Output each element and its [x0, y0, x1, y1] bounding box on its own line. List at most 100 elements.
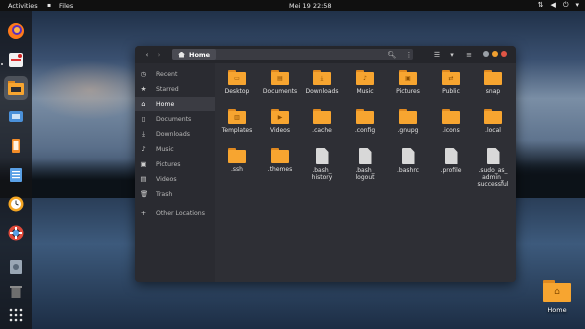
- file-item-cache[interactable]: .cache: [301, 109, 343, 134]
- file-name: .local: [485, 127, 501, 134]
- chevron-down-icon: ▾: [575, 1, 579, 9]
- sidebar-item-music[interactable]: ♪ Music: [135, 142, 215, 156]
- power-icon: ⏻: [562, 1, 569, 9]
- screen-share-icon: [9, 111, 23, 122]
- chevron-left-icon: ‹: [145, 50, 149, 59]
- installer-launcher[interactable]: [4, 255, 28, 279]
- folder-icon: [228, 148, 246, 163]
- folder-icon: [271, 148, 289, 163]
- sidebar-item-pictures[interactable]: ▣ Pictures: [135, 157, 215, 171]
- star-icon: ★: [140, 85, 147, 93]
- sidebar-item-label: Pictures: [156, 160, 181, 168]
- music-icon: ♪: [141, 145, 146, 153]
- sidebar-item-starred[interactable]: ★ Starred: [135, 82, 215, 96]
- text-editor-launcher[interactable]: [4, 48, 28, 72]
- file-item-documents[interactable]: ▤ Documents: [259, 70, 301, 95]
- folder-icon: ▶: [271, 109, 289, 124]
- file-name: .bash_ logout: [355, 167, 375, 181]
- sidebar-item-recent[interactable]: ◷ Recent: [135, 67, 215, 81]
- file-item-music[interactable]: ♪ Music: [344, 70, 386, 95]
- document-icon: ▯: [141, 115, 146, 123]
- home-icon: ⌂: [141, 100, 146, 108]
- sidebar-item-home[interactable]: ⌂ Home: [135, 97, 215, 111]
- activities-button[interactable]: Activities: [8, 2, 38, 10]
- app-menu[interactable]: Files: [59, 2, 73, 10]
- sidebar-item-label: Starred: [156, 85, 179, 93]
- file-item-templates[interactable]: ▥ Templates: [216, 109, 258, 134]
- phone-icon: [12, 139, 20, 153]
- sidebar-item-documents[interactable]: ▯ Documents: [135, 112, 215, 126]
- folder-icon: ♪: [356, 70, 374, 85]
- help-launcher[interactable]: [4, 221, 28, 245]
- file-item-config[interactable]: .config: [344, 109, 386, 134]
- folder-icon: ⤓: [313, 70, 331, 85]
- maximize-button[interactable]: [492, 51, 498, 57]
- file-name: .gnupg: [397, 127, 419, 134]
- desktop-home-folder[interactable]: ⌂ Home: [540, 280, 574, 314]
- download-icon: ⤓: [142, 129, 145, 138]
- file-item-local[interactable]: .local: [472, 109, 514, 134]
- minimize-button[interactable]: [483, 51, 489, 57]
- file-item-bash-logout[interactable]: .bash_ logout: [344, 148, 386, 181]
- sidebar-item-trash[interactable]: 🗑︎ Trash: [135, 187, 215, 201]
- files-launcher[interactable]: [4, 76, 28, 100]
- file-item-bash-history[interactable]: .bash_ history: [301, 148, 343, 181]
- view-options-button[interactable]: ▾: [448, 49, 456, 60]
- sidebar-item-label: Recent: [156, 70, 178, 78]
- sidebar-item-label: Downloads: [156, 130, 190, 138]
- notes-icon: [10, 168, 22, 182]
- file-name: Videos: [270, 127, 290, 134]
- network-icon: ⇅: [537, 1, 544, 9]
- text-file-icon: [358, 148, 372, 164]
- clock-icon: ◷: [140, 70, 147, 78]
- file-name: .bashrc: [397, 167, 419, 174]
- text-file-icon: [401, 148, 415, 164]
- file-item-pictures[interactable]: ▣ Pictures: [387, 70, 429, 95]
- folder-icon: [313, 109, 331, 124]
- file-item-bashrc[interactable]: .bashrc: [387, 148, 429, 174]
- clock[interactable]: Mei 19 22:58: [289, 2, 332, 10]
- file-item-icons[interactable]: .icons: [430, 109, 472, 134]
- file-item-themes[interactable]: .themes: [259, 148, 301, 173]
- view-toggle-button[interactable]: ☰: [431, 49, 443, 60]
- firefox-launcher[interactable]: [4, 19, 28, 43]
- file-item-public[interactable]: ⇄ Public: [430, 70, 472, 95]
- file-item-sudo-as-admin-successful[interactable]: .sudo_as_ admin_ successful: [472, 148, 514, 188]
- app-launcher-4[interactable]: [4, 134, 28, 158]
- folder-icon: ▤: [271, 70, 289, 85]
- sidebar-item-label: Home: [156, 100, 175, 108]
- file-item-profile[interactable]: .profile: [430, 148, 472, 174]
- file-item-downloads[interactable]: ⤓ Downloads: [301, 70, 343, 95]
- file-name: .ssh: [231, 166, 243, 173]
- main-menu-button[interactable]: ≡: [464, 49, 474, 60]
- file-item-ssh[interactable]: .ssh: [216, 148, 258, 173]
- file-item-gnupg[interactable]: .gnupg: [387, 109, 429, 134]
- sidebar-item-other-locations[interactable]: + Other Locations: [135, 206, 215, 220]
- search-button[interactable]: 🔍︎: [386, 49, 398, 60]
- app-launcher-3[interactable]: [4, 105, 28, 129]
- sidebar-item-downloads[interactable]: ⤓ Downloads: [135, 127, 215, 141]
- trash-launcher[interactable]: [4, 279, 28, 303]
- app-launcher-5[interactable]: [4, 163, 28, 187]
- disk-icon: [10, 260, 22, 274]
- close-button[interactable]: [501, 51, 507, 57]
- picture-icon: ▣: [140, 160, 147, 168]
- sidebar-item-videos[interactable]: ▤ Videos: [135, 172, 215, 186]
- list-view-icon: ☰: [433, 50, 441, 59]
- lifebuoy-icon: [8, 225, 24, 241]
- show-applications-button[interactable]: [4, 303, 28, 327]
- path-menu-button[interactable]: ⋮: [405, 49, 413, 60]
- file-name: .profile: [440, 167, 462, 174]
- file-item-desktop[interactable]: ▭ Desktop: [216, 70, 258, 95]
- folder-icon: [484, 109, 502, 124]
- system-tray[interactable]: ⇅ ◀ ⏻ ▾: [538, 1, 579, 10]
- file-name: Public: [442, 88, 460, 95]
- file-item-snap[interactable]: snap: [472, 70, 514, 95]
- back-button[interactable]: ‹: [142, 49, 152, 60]
- file-item-videos[interactable]: ▶ Videos: [259, 109, 301, 134]
- forward-button[interactable]: ›: [154, 49, 164, 60]
- file-name: .sudo_as_ admin_ successful: [477, 167, 509, 188]
- chevron-right-icon: ›: [157, 50, 161, 59]
- app-launcher-6[interactable]: [4, 192, 28, 216]
- path-home-button[interactable]: Home: [172, 49, 216, 60]
